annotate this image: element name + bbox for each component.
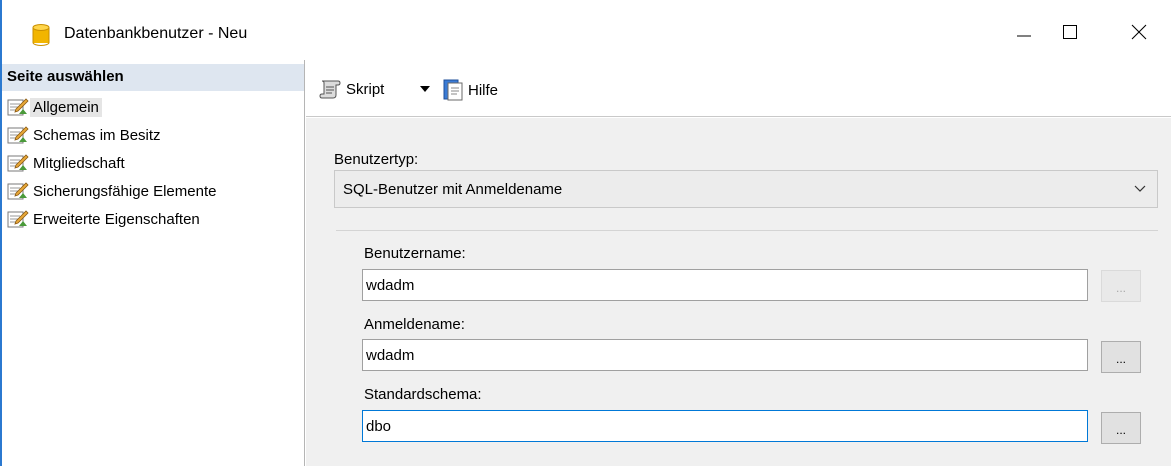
help-button[interactable]: Hilfe: [442, 78, 498, 102]
user-type-select[interactable]: SQL-Benutzer mit Anmeldename: [334, 170, 1158, 208]
page-properties-icon: [7, 126, 29, 144]
username-label: Benutzername:: [364, 245, 466, 262]
sidebar-item-label: Allgemein: [30, 97, 102, 117]
sidebar-item-schemas-im-besitz[interactable]: Schemas im Besitz: [7, 121, 216, 149]
user-type-label: Benutzertyp:: [334, 151, 419, 168]
chevron-down-icon: [1134, 185, 1146, 192]
title-bar: Datenbankbenutzer - Neu: [2, 0, 1171, 60]
toolbar: Skript Hilfe: [306, 62, 1171, 117]
sidebar-item-label: Erweiterte Eigenschaften: [33, 210, 200, 228]
page-properties-icon: [7, 154, 29, 172]
default-schema-input[interactable]: [362, 410, 1088, 442]
login-name-label: Anmeldename:: [364, 316, 465, 333]
script-dropdown-arrow-icon[interactable]: [418, 84, 432, 94]
sidebar-item-allgemein[interactable]: Allgemein: [7, 93, 216, 121]
minimize-icon: [1017, 35, 1031, 37]
minimize-button[interactable]: [1002, 10, 1046, 54]
username-input[interactable]: [362, 269, 1088, 301]
general-page-panel: Benutzertyp: SQL-Benutzer mit Anmeldenam…: [306, 118, 1171, 466]
close-icon: [1131, 24, 1147, 40]
maximize-button[interactable]: [1048, 10, 1092, 54]
sidebar-item-erweiterte-eigenschaften[interactable]: Erweiterte Eigenschaften: [7, 205, 216, 233]
close-button[interactable]: [1117, 10, 1161, 54]
sidebar-item-sicherungsfaehige-elemente[interactable]: Sicherungsfähige Elemente: [7, 177, 216, 205]
database-icon: [32, 24, 50, 46]
page-properties-icon: [7, 98, 29, 116]
window-title: Datenbankbenutzer - Neu: [64, 25, 248, 42]
login-name-browse-button[interactable]: ...: [1101, 341, 1141, 373]
select-page-header: Seite auswählen: [2, 64, 304, 91]
form-separator: [336, 230, 1158, 231]
sidebar-item-label: Mitgliedschaft: [33, 154, 125, 172]
sidebar-item-label: Schemas im Besitz: [33, 126, 161, 144]
page-properties-icon: [7, 182, 29, 200]
login-name-input[interactable]: [362, 339, 1088, 371]
script-button[interactable]: Skript: [318, 78, 384, 100]
help-icon: [443, 79, 463, 101]
user-type-selected-value: SQL-Benutzer mit Anmeldename: [343, 180, 563, 198]
sidebar-item-label: Sicherungsfähige Elemente: [33, 182, 217, 200]
script-label: Skript: [346, 80, 385, 98]
maximize-icon: [1063, 25, 1077, 39]
sidebar-item-mitgliedschaft[interactable]: Mitgliedschaft: [7, 149, 216, 177]
default-schema-browse-button[interactable]: ...: [1101, 412, 1141, 444]
page-properties-icon: [7, 210, 29, 228]
help-label: Hilfe: [468, 81, 499, 99]
username-browse-button[interactable]: ...: [1101, 270, 1141, 302]
select-page-pane: Seite auswählen Allgemein Schemas im Bes…: [2, 60, 305, 466]
page-list: Allgemein Schemas im Besitz Mitgliedscha…: [7, 93, 216, 233]
script-icon: [319, 80, 341, 99]
default-schema-label: Standardschema:: [364, 386, 482, 403]
